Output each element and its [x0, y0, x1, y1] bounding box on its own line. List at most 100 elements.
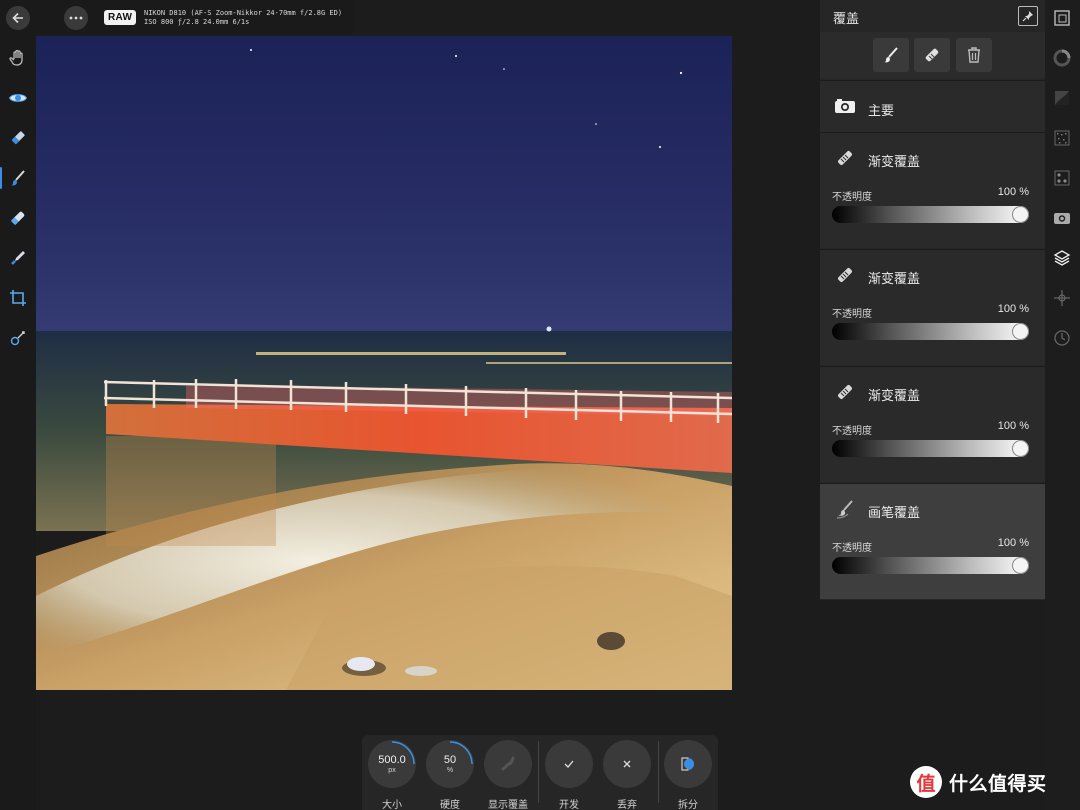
checkmark-icon: [564, 760, 574, 768]
show-overlay-toggle[interactable]: 显示覆盖: [483, 740, 533, 810]
photo-persona-app: RAW NIKON D810 (AF-S Zoom-Nikkor 24-70mm…: [0, 0, 1080, 810]
hand-tool-button[interactable]: [5, 45, 31, 71]
tones-button[interactable]: [1052, 88, 1072, 108]
camera-icon: [834, 98, 856, 119]
opacity-value: 100 %: [997, 303, 1029, 315]
layers-button[interactable]: [1052, 248, 1072, 268]
opacity-slider-knob[interactable]: [1012, 323, 1029, 340]
opacity-label: 不透明度: [832, 543, 872, 554]
watermark-text: 什么值得买: [949, 773, 1047, 795]
arrow-left-icon: [12, 12, 23, 24]
crop-icon: [10, 290, 26, 306]
opacity-value: 100 %: [997, 537, 1029, 549]
eye-icon: [8, 94, 28, 102]
main-layer-item[interactable]: 主要: [820, 80, 1045, 132]
hardness-control[interactable]: 50 % 硬度: [425, 740, 475, 810]
overlays-panel: 覆盖 主要 渐变覆盖 不透明度 100 % 渐变覆盖 不透明度 100 % 渐变覆盖 不透明度…: [820, 0, 1045, 600]
split-view-icon: [681, 757, 694, 771]
white-balance-picker-button[interactable]: [5, 245, 31, 271]
view-tool-button[interactable]: [5, 85, 31, 111]
opacity-slider-knob[interactable]: [1012, 206, 1029, 223]
overlay-gradient-button[interactable]: [5, 205, 31, 231]
opacity-slider-knob[interactable]: [1012, 440, 1029, 457]
overlay-brush-button[interactable]: [0, 165, 31, 191]
gradient-overlay-item[interactable]: 渐变覆盖 不透明度 100 %: [820, 366, 1045, 482]
overlay-eraser-button[interactable]: [5, 125, 31, 151]
size-ring: [391, 741, 415, 765]
hardness-ring: [449, 741, 473, 765]
ellipsis-icon: [69, 16, 83, 20]
histogram-icon: [1053, 49, 1071, 67]
main-layer-label: 主要: [868, 103, 895, 118]
navigator-icon: [1054, 10, 1070, 26]
tones-icon: [1055, 91, 1069, 105]
gradient-tool-icon: [834, 381, 856, 408]
history-button[interactable]: [1052, 328, 1072, 348]
gradient-overlay-item[interactable]: 渐变覆盖 不透明度 100 %: [820, 132, 1045, 248]
context-toolbar: 500.0 px 大小 50 % 硬度 显示覆盖 开发 丢弃 拆分: [362, 735, 718, 810]
photo-info-bar: RAW NIKON D810 (AF-S Zoom-Nikkor 24-70mm…: [36, 0, 355, 35]
opacity-slider-knob[interactable]: [1012, 557, 1029, 574]
panel-title: 覆盖: [833, 11, 860, 26]
eraser-icon: [11, 131, 25, 145]
opacity-slider[interactable]: [832, 206, 1029, 223]
brush-size-control[interactable]: 500.0 px 大小: [367, 740, 417, 810]
camera-icon: [1054, 213, 1070, 224]
opacity-slider[interactable]: [832, 323, 1029, 340]
noise-button[interactable]: [1052, 128, 1072, 148]
crop-tool-button[interactable]: [5, 285, 31, 311]
navigator-button[interactable]: [1052, 8, 1072, 28]
toolbar-divider: [658, 741, 659, 803]
pin-panel-button[interactable]: [1018, 6, 1038, 26]
exposure-info: ISO 800 ƒ/2.8 24.0mm 6/1s: [144, 18, 250, 26]
discard-label: 丢弃: [617, 800, 637, 810]
layers-icon: [1053, 250, 1071, 266]
toolbar-divider: [538, 741, 539, 803]
overlay-mask-icon: [501, 756, 515, 771]
photo-canvas[interactable]: [36, 36, 732, 690]
paint-brush-icon: [834, 498, 856, 525]
camera-panel-button[interactable]: [1052, 208, 1072, 228]
opacity-label: 不透明度: [832, 309, 872, 320]
split-view-button[interactable]: 拆分: [663, 740, 713, 810]
hand-icon: [9, 49, 23, 66]
discard-button[interactable]: 丢弃: [602, 740, 652, 810]
details-button[interactable]: [1052, 168, 1072, 188]
details-icon: [1054, 170, 1070, 186]
add-gradient-overlay-button[interactable]: [914, 38, 950, 72]
camera-lens-info: NIKON D810 (AF-S Zoom-Nikkor 24-70mm f/2…: [144, 9, 343, 17]
opacity-slider[interactable]: [832, 440, 1029, 457]
delete-overlay-button[interactable]: [956, 38, 992, 72]
back-button[interactable]: [6, 6, 30, 30]
show-overlay-label: 显示覆盖: [488, 800, 528, 810]
gradient-tool-icon: [925, 48, 939, 62]
split-label: 拆分: [678, 800, 698, 810]
develop-button[interactable]: 开发: [544, 740, 594, 810]
gradient-tool-icon: [10, 211, 25, 226]
add-brush-overlay-button[interactable]: [873, 38, 909, 72]
eyedropper-icon: [11, 251, 25, 265]
focus-button[interactable]: [1052, 288, 1072, 308]
focus-icon: [1054, 290, 1070, 306]
overlay-name: 渐变覆盖: [868, 154, 921, 169]
overlay-name: 渐变覆盖: [868, 388, 921, 403]
trash-icon: [968, 47, 980, 63]
paint-brush-icon: [11, 170, 25, 186]
gradient-overlay-item[interactable]: 渐变覆盖不透明度 100 %: [820, 249, 1045, 365]
raw-badge: RAW: [104, 10, 137, 25]
tools-toolbar: [0, 0, 36, 810]
brush-overlay-item[interactable]: 画笔覆盖 不透明度 100 %: [820, 483, 1045, 599]
history-icon: [1054, 330, 1070, 346]
noise-icon: [1054, 130, 1070, 146]
close-icon: [623, 760, 631, 768]
red-eye-icon: [10, 331, 25, 346]
red-eye-tool-button[interactable]: [5, 325, 31, 351]
more-options-button[interactable]: [64, 6, 88, 30]
opacity-slider[interactable]: [832, 557, 1029, 574]
opacity-label: 不透明度: [832, 192, 872, 203]
overlay-name: 渐变覆盖: [868, 271, 921, 286]
histogram-button[interactable]: [1052, 48, 1072, 68]
opacity-value: 100 %: [997, 420, 1029, 432]
studio-bar: [1045, 0, 1080, 810]
pin-icon: [1022, 11, 1033, 22]
